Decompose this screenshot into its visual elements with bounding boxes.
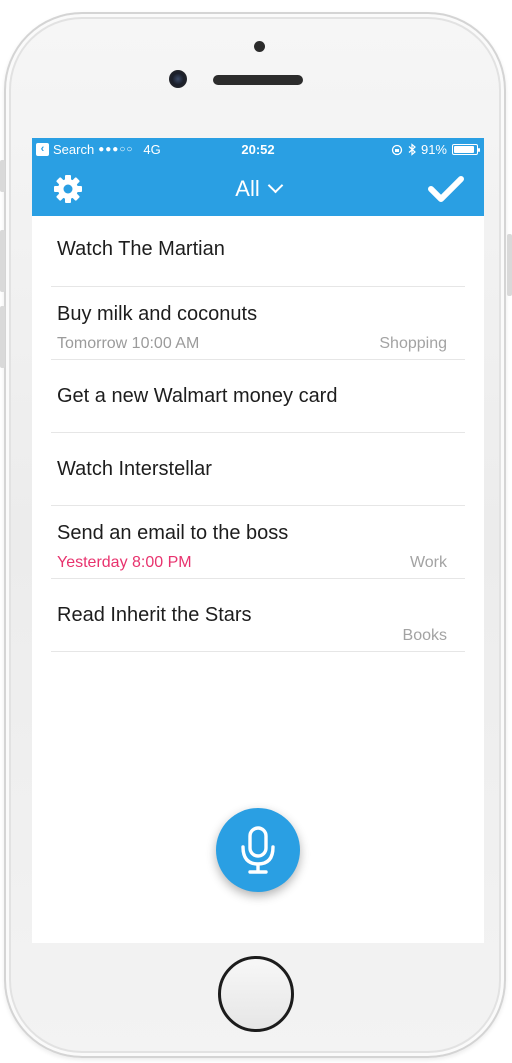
task-title: Watch The Martian — [57, 238, 225, 260]
task-title: Get a new Walmart money card — [57, 385, 338, 407]
task-list-tag: Work — [409, 554, 447, 571]
task-list: Watch The Martian Buy milk and coconuts … — [32, 216, 484, 652]
status-bar: ‹ Search ●●●○○ 4G 20:52 91% — [32, 138, 484, 162]
task-row[interactable]: Get a new Walmart money card — [51, 360, 465, 433]
battery-icon — [452, 144, 480, 155]
nav-bar: All — [32, 162, 484, 216]
earpiece-speaker — [213, 75, 303, 85]
task-title: Send an email to the boss — [57, 522, 289, 544]
task-row[interactable]: Buy milk and coconuts Tomorrow 10:00 AM … — [51, 287, 465, 360]
home-button[interactable] — [218, 956, 294, 1032]
list-filter-label: All — [235, 176, 260, 201]
chevron-down-icon — [267, 177, 283, 194]
volume-up-button — [0, 230, 5, 292]
microphone-icon — [241, 826, 275, 874]
power-button — [507, 234, 512, 296]
task-list-tag: Shopping — [379, 335, 447, 352]
task-row[interactable]: Read Inherit the Stars Books — [51, 579, 465, 652]
task-title: Read Inherit the Stars — [57, 604, 252, 626]
voice-input-button[interactable] — [216, 808, 300, 892]
status-right: 91% — [391, 142, 480, 157]
task-due-date-overdue: Yesterday 8:00 PM — [57, 554, 192, 571]
app-screen: ‹ Search ●●●○○ 4G 20:52 91% All Watch Th… — [32, 138, 484, 943]
bluetooth-icon — [408, 143, 416, 156]
task-due-date: Tomorrow 10:00 AM — [57, 335, 200, 352]
task-list-tag: Books — [402, 627, 447, 644]
task-row[interactable]: Watch The Martian — [51, 216, 465, 287]
battery-percent: 91% — [420, 142, 447, 157]
task-row[interactable]: Send an email to the boss Yesterday 8:00… — [51, 506, 465, 579]
volume-down-button — [0, 306, 5, 368]
proximity-sensor — [254, 41, 265, 52]
mute-switch — [0, 160, 5, 192]
list-filter-dropdown[interactable]: All — [32, 176, 484, 202]
checkmark-icon[interactable] — [428, 175, 464, 203]
rotation-lock-icon — [391, 144, 403, 155]
front-camera — [169, 70, 187, 88]
task-title: Buy milk and coconuts — [57, 303, 258, 325]
task-row[interactable]: Watch Interstellar — [51, 433, 465, 506]
task-title: Watch Interstellar — [57, 458, 212, 480]
